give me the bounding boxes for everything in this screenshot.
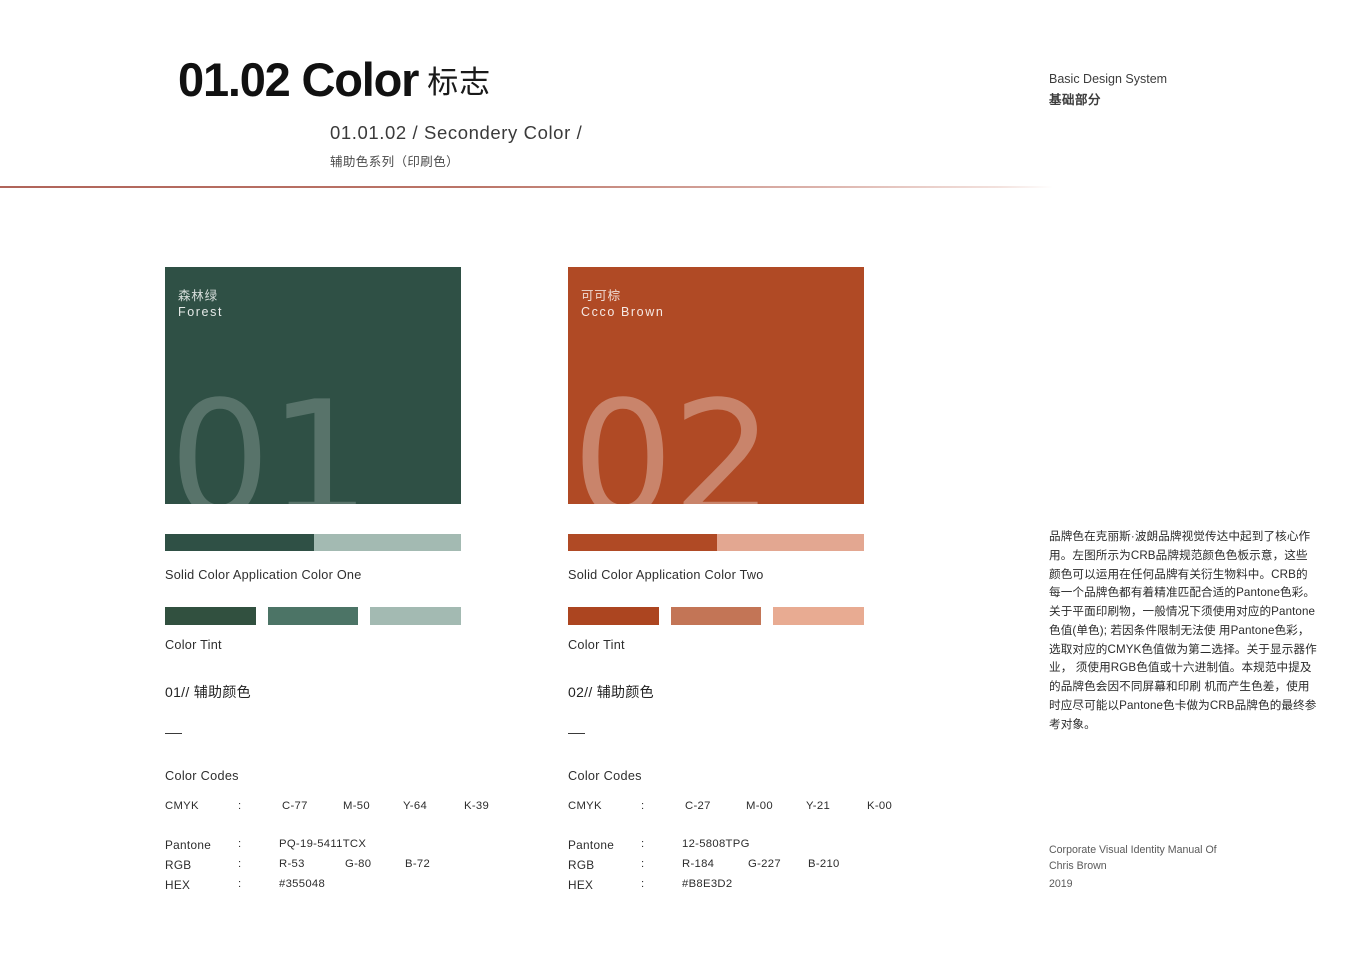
color-swatch-panel: 森林绿 Forest 01 bbox=[165, 267, 461, 504]
cmyk-key: CMYK bbox=[165, 800, 199, 812]
cmyk-cyan: C-27 bbox=[685, 800, 711, 812]
hex-colon: : bbox=[641, 878, 645, 890]
footer-credit: Corporate Visual Identity Manual Of Chri… bbox=[1049, 843, 1217, 875]
solid-bar-light bbox=[717, 534, 864, 551]
hex-key: HEX bbox=[165, 878, 191, 892]
page-title-main: 01.02 Color bbox=[178, 53, 419, 106]
color-tint-row bbox=[568, 607, 865, 625]
solid-bar-dark bbox=[568, 534, 718, 551]
color-tint-swatch bbox=[773, 607, 865, 625]
rgb-colon: : bbox=[238, 858, 242, 870]
cmyk-cyan: C-77 bbox=[282, 800, 308, 812]
cmyk-yellow: Y-21 bbox=[806, 800, 831, 812]
rgb-green: G-80 bbox=[345, 858, 372, 870]
cmyk-key: CMYK bbox=[568, 800, 602, 812]
rgb-red: R-53 bbox=[279, 858, 305, 870]
page-title-cjk: 标志 bbox=[427, 65, 492, 100]
swatch-name-cjk: 森林绿 bbox=[178, 289, 218, 303]
page-title: 01.02 Color 标志 bbox=[178, 55, 491, 104]
cmyk-colon: : bbox=[238, 800, 242, 812]
swatch-numeral: 01 bbox=[169, 366, 371, 505]
rgb-key: RGB bbox=[165, 858, 192, 872]
solid-color-bar bbox=[165, 534, 461, 551]
swatch-name-en: Ccco Brown bbox=[581, 305, 665, 319]
rgb-blue: B-72 bbox=[405, 858, 431, 870]
color-tint-swatch bbox=[670, 607, 762, 625]
swatch-name-en: Forest bbox=[178, 305, 224, 319]
hex-value: #355048 bbox=[279, 878, 326, 890]
design-system-page: 01.02 Color 标志 01.01.02 / Secondery Color… bbox=[0, 0, 1366, 966]
color-codes-heading: Color Codes bbox=[165, 769, 239, 783]
pantone-colon: : bbox=[238, 838, 242, 850]
color-tint-caption: Color Tint bbox=[568, 638, 625, 652]
footer-year: 2019 bbox=[1049, 878, 1073, 890]
section-dash bbox=[165, 733, 182, 735]
header-meta-cjk: 基础部分 bbox=[1049, 92, 1102, 107]
swatch-numeral: 02 bbox=[572, 366, 774, 505]
color-tint-swatch bbox=[370, 607, 462, 625]
cmyk-yellow: Y-64 bbox=[403, 800, 428, 812]
color-codes-title: 02// 辅助颜色 bbox=[568, 684, 654, 700]
footer-line-one: Corporate Visual Identity Manual Of bbox=[1049, 844, 1217, 856]
cmyk-magenta: M-50 bbox=[343, 800, 370, 812]
hex-colon: : bbox=[238, 878, 242, 890]
color-codes-heading: Color Codes bbox=[568, 769, 642, 783]
header-divider bbox=[0, 186, 1053, 188]
rgb-blue: B-210 bbox=[808, 858, 840, 870]
solid-color-caption: Solid Color Application Color One bbox=[165, 568, 362, 582]
hex-value: #B8E3D2 bbox=[682, 878, 733, 890]
color-swatch-panel: 可可棕 Ccco Brown 02 bbox=[568, 267, 864, 504]
solid-color-bar bbox=[568, 534, 864, 551]
rgb-green: G-227 bbox=[748, 858, 781, 870]
pantone-value: 12-5808TPG bbox=[682, 838, 750, 850]
color-codes-title: 01// 辅助颜色 bbox=[165, 684, 251, 700]
page-subtitle-cjk: 辅助色系列（印刷色） bbox=[330, 155, 460, 169]
page-subtitle: 01.01.02 / Secondery Color / bbox=[330, 122, 583, 143]
header-meta: Basic Design System 基础部分 bbox=[1049, 69, 1167, 110]
color-tint-swatch bbox=[165, 607, 256, 625]
cmyk-colon: : bbox=[641, 800, 645, 812]
solid-bar-light bbox=[314, 534, 461, 551]
pantone-colon: : bbox=[641, 838, 645, 850]
swatch-name-cjk: 可可棕 bbox=[581, 289, 621, 303]
pantone-key: Pantone bbox=[165, 838, 212, 852]
pantone-key: Pantone bbox=[568, 838, 615, 852]
pantone-value: PQ-19-5411TCX bbox=[279, 838, 367, 850]
footer-line-two: Chris Brown bbox=[1049, 859, 1107, 872]
rgb-colon: : bbox=[641, 858, 645, 870]
color-tint-row bbox=[165, 607, 462, 625]
description-paragraph: 品牌色在克丽斯·波朗品牌视觉传达中起到了核心作用。左图所示为CRB品牌规范颜色色… bbox=[1049, 530, 1317, 731]
solid-color-caption: Solid Color Application Color Two bbox=[568, 568, 764, 582]
rgb-red: R-184 bbox=[682, 858, 715, 870]
section-dash bbox=[568, 733, 585, 735]
cmyk-magenta: M-00 bbox=[746, 800, 773, 812]
cmyk-black: K-00 bbox=[867, 800, 893, 812]
rgb-key: RGB bbox=[568, 858, 595, 872]
hex-key: HEX bbox=[568, 878, 594, 892]
cmyk-black: K-39 bbox=[464, 800, 490, 812]
solid-bar-dark bbox=[165, 534, 315, 551]
color-tint-swatch bbox=[267, 607, 359, 625]
color-tint-caption: Color Tint bbox=[165, 638, 222, 652]
header-meta-en: Basic Design System bbox=[1049, 72, 1168, 86]
color-tint-swatch bbox=[568, 607, 659, 625]
